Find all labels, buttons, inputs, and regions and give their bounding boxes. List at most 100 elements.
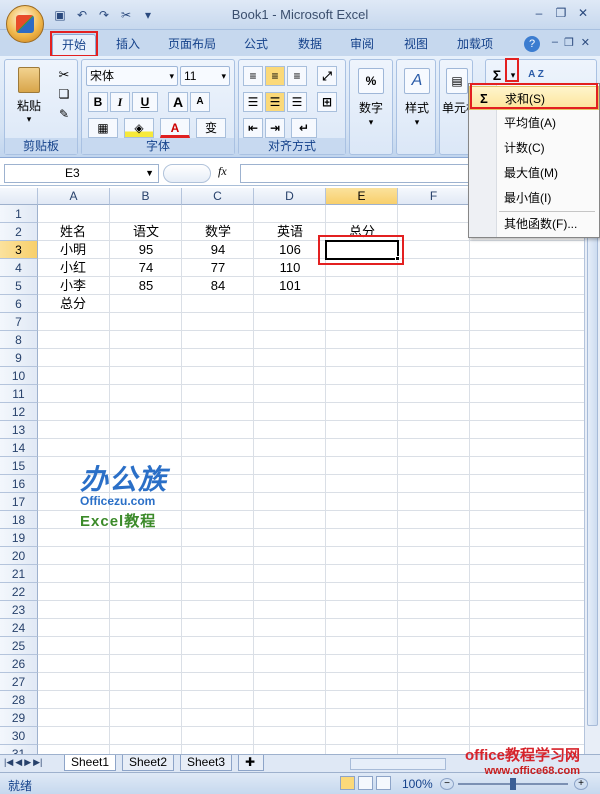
close-icon[interactable]: ✕: [574, 4, 592, 22]
menu-item-max[interactable]: 最大值(M): [469, 161, 599, 185]
font-name-select[interactable]: 宋体 ▾: [86, 66, 178, 86]
row-header-28[interactable]: 28: [0, 691, 38, 709]
styles-icon[interactable]: A: [404, 68, 430, 94]
row-header-3[interactable]: 3: [0, 241, 38, 259]
formula-expand-control[interactable]: [163, 164, 211, 183]
row-header-6[interactable]: 6: [0, 295, 38, 313]
row-header-2[interactable]: 2: [0, 223, 38, 241]
tab-insert[interactable]: 插入: [110, 34, 146, 56]
shrink-font-button[interactable]: A: [190, 92, 210, 112]
row-header-8[interactable]: 8: [0, 331, 38, 349]
bold-button[interactable]: B: [88, 92, 108, 112]
horizontal-scrollbar[interactable]: [350, 758, 446, 770]
menu-item-min[interactable]: 最小值(I): [469, 186, 599, 210]
next-sheet-icon[interactable]: ▶: [24, 757, 31, 768]
cell-a4[interactable]: 小红: [40, 259, 110, 277]
minimize-icon[interactable]: –: [530, 4, 548, 22]
zoom-slider-thumb[interactable]: [510, 778, 516, 790]
column-header-b[interactable]: B: [110, 188, 182, 205]
cell-d3[interactable]: 106: [254, 241, 326, 259]
row-header-13[interactable]: 13: [0, 421, 38, 439]
merge-center-icon[interactable]: ⊞: [317, 92, 337, 112]
tab-data[interactable]: 数据: [292, 34, 328, 56]
menu-item-more-functions[interactable]: 其他函数(F)...: [469, 212, 599, 236]
scroll-thumb[interactable]: [587, 206, 598, 726]
tab-formulas[interactable]: 公式: [238, 34, 274, 56]
row-header-9[interactable]: 9: [0, 349, 38, 367]
autosum-dropdown-button[interactable]: ▾: [508, 64, 518, 84]
zoom-level[interactable]: 100%: [402, 777, 433, 791]
italic-button[interactable]: I: [110, 92, 130, 112]
tab-add-ins[interactable]: 加载项: [450, 34, 500, 56]
row-header-19[interactable]: 19: [0, 529, 38, 547]
worksheet-grid[interactable]: A B C D E F 姓名 语文 数学 英语 总分 小明 95 94 106 …: [0, 188, 584, 754]
normal-view-icon[interactable]: [340, 776, 355, 790]
font-size-select[interactable]: 11 ▾: [180, 66, 230, 86]
name-box[interactable]: E3 ▼: [4, 164, 159, 183]
tab-view[interactable]: 视图: [398, 34, 434, 56]
column-header-f[interactable]: F: [398, 188, 470, 205]
cells-icon[interactable]: ▤: [446, 68, 468, 94]
percent-icon[interactable]: %: [358, 68, 384, 94]
tab-review[interactable]: 审阅: [344, 34, 380, 56]
menu-item-average[interactable]: 平均值(A): [469, 111, 599, 135]
paste-button[interactable]: 粘贴 ▾: [11, 64, 47, 124]
page-layout-view-icon[interactable]: [358, 776, 373, 790]
chevron-down-icon[interactable]: ▾: [352, 116, 390, 128]
sheet-tab-2[interactable]: Sheet2: [122, 755, 175, 771]
row-header-18[interactable]: 18: [0, 511, 38, 529]
ribbon-minimize-icon[interactable]: –: [552, 36, 558, 48]
restore-icon[interactable]: ❐: [552, 4, 570, 22]
cell-c3[interactable]: 94: [182, 241, 254, 259]
align-left-icon[interactable]: ☰: [243, 92, 263, 112]
cell-c4[interactable]: 77: [182, 259, 254, 277]
grow-font-button[interactable]: A: [168, 92, 188, 112]
first-sheet-icon[interactable]: |◀: [4, 757, 13, 768]
align-top-icon[interactable]: ≡: [243, 66, 263, 86]
row-header-24[interactable]: 24: [0, 619, 38, 637]
column-header-c[interactable]: C: [182, 188, 254, 205]
page-break-view-icon[interactable]: [376, 776, 391, 790]
sheet-tab-3[interactable]: Sheet3: [180, 755, 233, 771]
row-header-27[interactable]: 27: [0, 673, 38, 691]
row-header-7[interactable]: 7: [0, 313, 38, 331]
align-right-icon[interactable]: ☰: [287, 92, 307, 112]
row-header-29[interactable]: 29: [0, 709, 38, 727]
insert-sheet-icon[interactable]: ✚: [238, 755, 264, 771]
row-header-23[interactable]: 23: [0, 601, 38, 619]
row-header-1[interactable]: 1: [0, 205, 38, 223]
vertical-scrollbar[interactable]: ▲: [584, 188, 600, 754]
align-middle-icon[interactable]: ≡: [265, 66, 285, 86]
formula-input[interactable]: [240, 164, 475, 183]
align-bottom-icon[interactable]: ≡: [287, 66, 307, 86]
cell-e2[interactable]: 总分: [326, 223, 398, 241]
cell-a3[interactable]: 小明: [40, 241, 110, 259]
select-all-corner[interactable]: [0, 188, 38, 205]
styles-label[interactable]: 样式: [398, 98, 436, 115]
row-header-14[interactable]: 14: [0, 439, 38, 457]
copy-icon[interactable]: ❏: [55, 86, 73, 102]
cell-b4[interactable]: 74: [110, 259, 182, 277]
cell-b2[interactable]: 语文: [110, 223, 182, 241]
office-button[interactable]: [6, 5, 44, 43]
cell-a2[interactable]: 姓名: [40, 223, 110, 241]
last-sheet-icon[interactable]: ▶|: [33, 757, 42, 768]
phonetic-button[interactable]: 变: [196, 118, 226, 138]
row-header-21[interactable]: 21: [0, 565, 38, 583]
cell-d5[interactable]: 101: [254, 277, 326, 295]
orientation-icon[interactable]: ⤢: [317, 66, 337, 86]
row-header-16[interactable]: 16: [0, 475, 38, 493]
row-header-10[interactable]: 10: [0, 367, 38, 385]
cell-b3[interactable]: 95: [110, 241, 182, 259]
row-header-11[interactable]: 11: [0, 385, 38, 403]
row-header-4[interactable]: 4: [0, 259, 38, 277]
help-icon[interactable]: ?: [524, 36, 540, 52]
row-header-15[interactable]: 15: [0, 457, 38, 475]
format-painter-icon[interactable]: ✎: [55, 106, 73, 122]
font-color-button[interactable]: A: [160, 118, 190, 138]
wrap-text-icon[interactable]: ↵: [291, 118, 317, 138]
row-header-26[interactable]: 26: [0, 655, 38, 673]
cell-a5[interactable]: 小李: [40, 277, 110, 295]
active-cell-e3[interactable]: [325, 240, 399, 260]
cell-d2[interactable]: 英语: [254, 223, 326, 241]
